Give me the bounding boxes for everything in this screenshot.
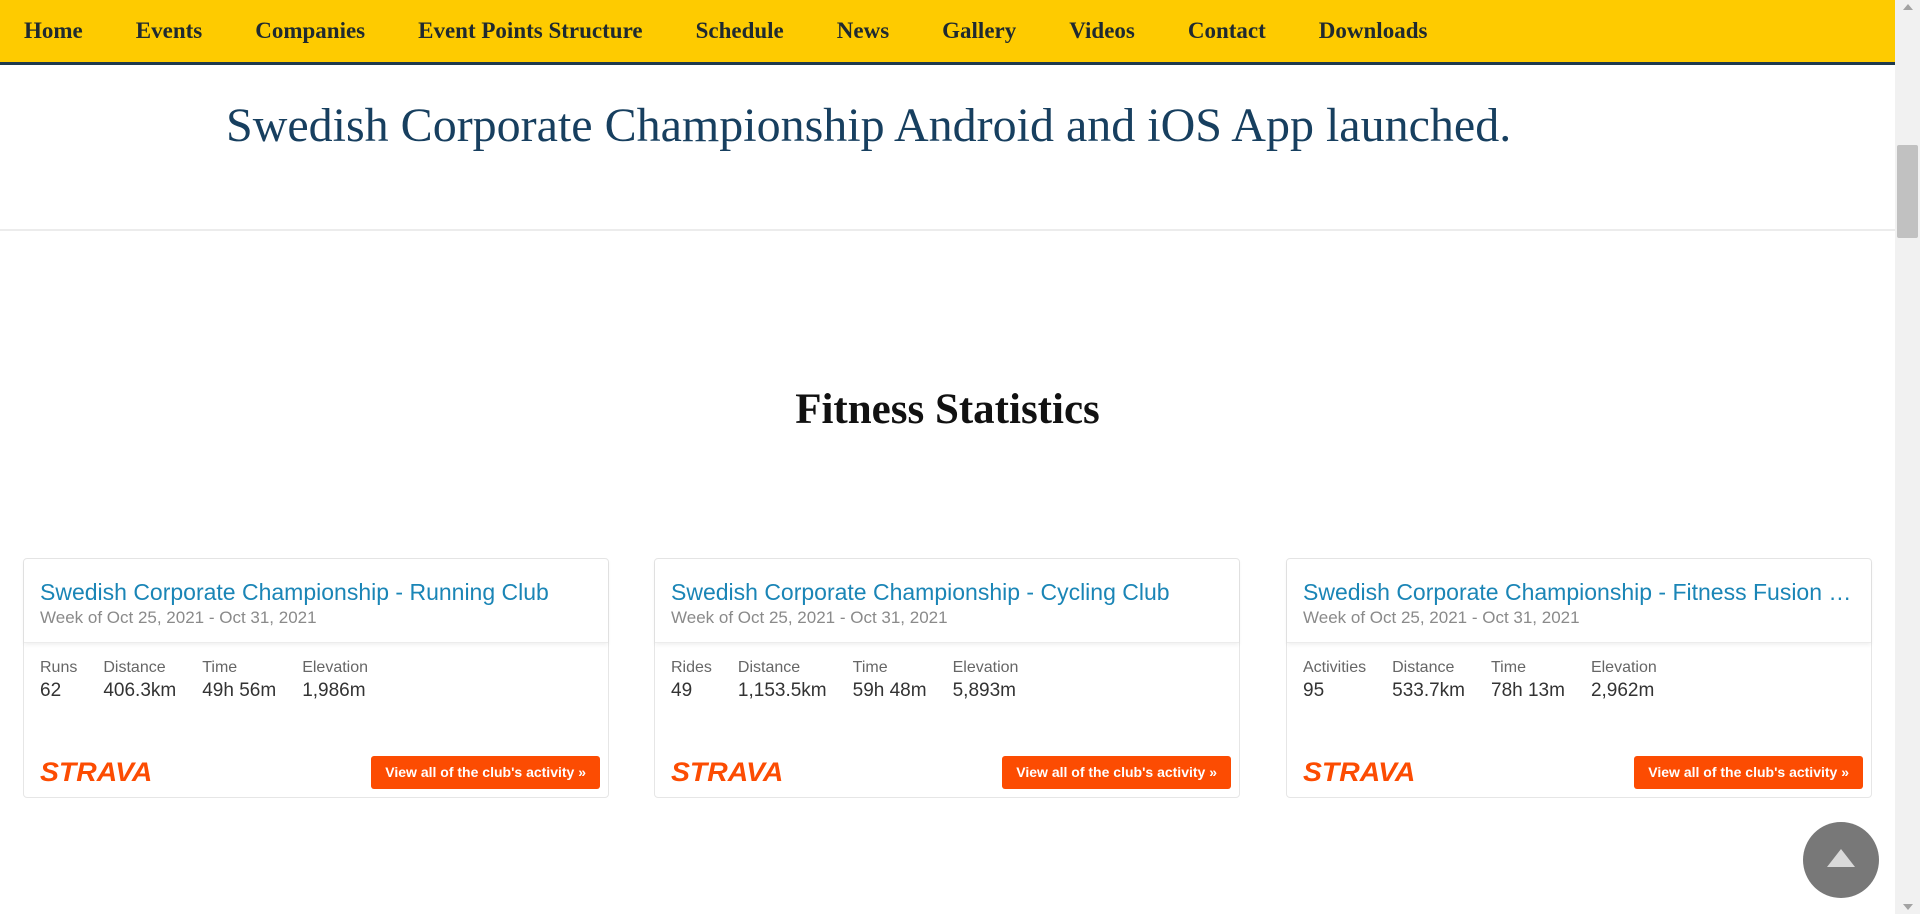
scroll-thumb[interactable] [1897, 145, 1918, 238]
stat-label: Distance [737, 659, 801, 676]
nav-downloads[interactable]: Downloads [1319, 18, 1428, 44]
stat-value: 62 [40, 680, 62, 701]
card-header: Swedish Corporate Championship - Cycling… [655, 559, 1239, 643]
scroll-up-arrow-icon[interactable] [1903, 4, 1913, 10]
stat-value: 49h 56m [202, 680, 277, 701]
stat-elevation: Elevation 5,893m [953, 659, 1019, 702]
stat-label: Elevation [302, 659, 369, 676]
stat-label: Elevation [952, 659, 1019, 676]
nav-news[interactable]: News [837, 18, 889, 44]
stat-value: 1,986m [302, 680, 366, 701]
stat-time: Time 59h 48m [853, 659, 927, 702]
nav-home[interactable]: Home [24, 18, 83, 44]
scroll-down-arrow-icon[interactable] [1903, 904, 1913, 910]
stat-label: Distance [103, 659, 166, 676]
nav-event-points-structure[interactable]: Event Points Structure [418, 18, 642, 44]
stat-label: Time [202, 659, 238, 676]
club-title-link[interactable]: Swedish Corporate Championship - Running… [40, 579, 592, 606]
stat-value: 533.7km [1392, 680, 1465, 701]
nav-companies[interactable]: Companies [255, 18, 365, 44]
page-scrollbar[interactable] [1895, 0, 1920, 914]
stat-elevation: Elevation 2,962m [1591, 659, 1657, 702]
nav-events[interactable]: Events [136, 18, 202, 44]
week-range: Week of Oct 25, 2021 - Oct 31, 2021 [40, 608, 317, 627]
section-divider [0, 229, 1895, 231]
club-card-fitness-fusion: Swedish Corporate Championship - Fitness… [1286, 558, 1872, 798]
stat-runs: Runs 62 [40, 659, 77, 702]
stat-activities: Activities 95 [1303, 659, 1366, 702]
triangle-up-icon [1827, 849, 1855, 867]
card-footer: STRAVA View all of the club's activity » [671, 755, 1231, 789]
stat-time: Time 49h 56m [202, 659, 276, 702]
stat-value: 78h 13m [1491, 680, 1565, 701]
stat-value: 59h 48m [852, 680, 927, 701]
card-footer: STRAVA View all of the club's activity » [40, 755, 600, 789]
section-title: Fitness Statistics [795, 386, 1100, 433]
club-stats: Activities 95 Distance 533.7km Time 78h … [1287, 643, 1871, 702]
stat-distance: Distance 406.3km [103, 659, 176, 702]
club-card-cycling: Swedish Corporate Championship - Cycling… [654, 558, 1240, 798]
stat-value: 95 [1303, 680, 1325, 701]
strava-logo[interactable]: STRAVA [671, 757, 783, 788]
stat-value: 49 [671, 680, 693, 701]
view-club-activity-button[interactable]: View all of the club's activity » [1634, 755, 1863, 789]
stat-value: 1,153.5km [737, 680, 827, 701]
stat-label: Activities [1303, 659, 1367, 676]
view-club-activity-button[interactable]: View all of the club's activity » [1002, 755, 1231, 789]
strava-logo[interactable]: STRAVA [1303, 757, 1415, 788]
club-card-running: Swedish Corporate Championship - Running… [23, 558, 609, 798]
week-range: Week of Oct 25, 2021 - Oct 31, 2021 [1303, 608, 1580, 627]
stat-rides: Rides 49 [671, 659, 712, 702]
stat-elevation: Elevation 1,986m [302, 659, 368, 702]
week-range: Week of Oct 25, 2021 - Oct 31, 2021 [671, 608, 948, 627]
stat-value: 5,893m [952, 680, 1016, 701]
stat-label: Elevation [1590, 659, 1657, 676]
stat-label: Time [852, 659, 888, 676]
stat-label: Time [1491, 659, 1526, 676]
club-stats: Runs 62 Distance 406.3km Time 49h 56m El… [24, 643, 608, 702]
view-club-activity-button[interactable]: View all of the club's activity » [371, 755, 600, 789]
club-stats: Rides 49 Distance 1,153.5km Time 59h 48m… [655, 643, 1239, 702]
stat-time: Time 78h 13m [1491, 659, 1565, 702]
main-navigation: Home Events Companies Event Points Struc… [0, 0, 1895, 65]
back-to-top-button[interactable] [1803, 822, 1879, 898]
stat-label: Distance [1392, 659, 1455, 676]
card-footer: STRAVA View all of the club's activity » [1303, 755, 1863, 789]
nav-gallery[interactable]: Gallery [942, 18, 1016, 44]
stat-label: Rides [671, 659, 712, 676]
stat-value: 406.3km [103, 680, 177, 701]
stat-value: 2,962m [1590, 680, 1655, 701]
stat-label: Runs [40, 659, 78, 676]
news-headline: Swedish Corporate Championship Android a… [226, 99, 1512, 152]
strava-logo[interactable]: STRAVA [40, 757, 152, 788]
nav-schedule[interactable]: Schedule [696, 18, 784, 44]
club-title-link[interactable]: Swedish Corporate Championship - Cycling… [671, 579, 1223, 606]
stat-distance: Distance 533.7km [1392, 659, 1465, 702]
nav-videos[interactable]: Videos [1069, 18, 1135, 44]
club-title-link[interactable]: Swedish Corporate Championship - Fitness… [1303, 579, 1855, 606]
card-header: Swedish Corporate Championship - Fitness… [1287, 559, 1871, 643]
card-header: Swedish Corporate Championship - Running… [24, 559, 608, 643]
stat-distance: Distance 1,153.5km [738, 659, 827, 702]
nav-contact[interactable]: Contact [1188, 18, 1266, 44]
